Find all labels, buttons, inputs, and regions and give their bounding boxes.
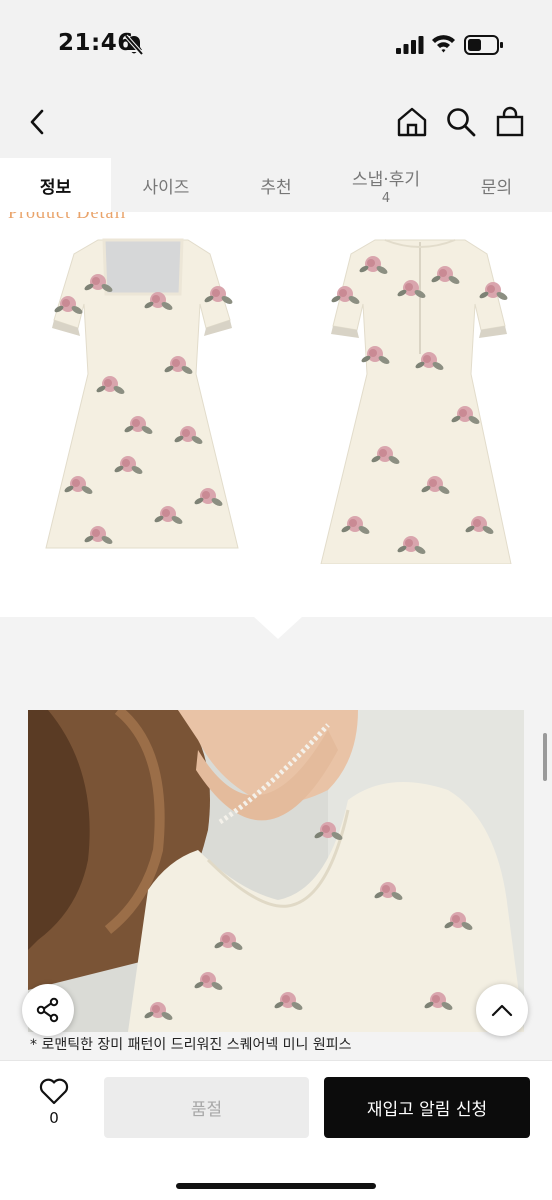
product-detail-content: Product Detail * 로맨틱한 장미 패턴이 드리워진 스퀘어넥 미…	[0, 212, 552, 1060]
battery-icon	[464, 35, 503, 55]
bottom-action-bar: 0 품절 재입고 알림 신청	[0, 1060, 552, 1200]
tab-bar: 정보 사이즈 추천 스냅·후기 4 문의	[0, 158, 552, 212]
status-bar: 21:46	[0, 0, 552, 90]
status-time: 21:46	[58, 30, 134, 56]
chevron-up-icon	[491, 1004, 513, 1017]
home-button[interactable]	[394, 104, 430, 140]
wifi-icon	[432, 35, 455, 53]
restock-alert-button[interactable]: 재입고 알림 신청	[324, 1077, 530, 1138]
dress-front-image	[45, 238, 239, 549]
tab-info-label: 정보	[39, 177, 72, 198]
tab-size[interactable]: 사이즈	[111, 158, 221, 212]
signal-icon	[396, 36, 424, 54]
section-pointer	[254, 617, 302, 639]
like-count: 0	[49, 1109, 59, 1127]
tab-recommend-label: 추천	[260, 177, 292, 198]
tab-inquiry[interactable]: 문의	[441, 158, 552, 212]
nav-bar	[0, 90, 552, 158]
dress-back-image	[320, 239, 512, 564]
heart-icon	[39, 1078, 69, 1105]
tab-reviews[interactable]: 스냅·후기 4	[331, 158, 441, 212]
tab-reviews-count: 4	[381, 190, 391, 206]
scroll-top-button[interactable]	[476, 984, 528, 1036]
tab-reviews-label: 스냅·후기	[352, 169, 420, 190]
search-button[interactable]	[443, 104, 479, 140]
home-indicator	[176, 1183, 376, 1189]
back-button[interactable]	[20, 104, 56, 140]
image-caption: * 로맨틱한 장미 패턴이 드리워진 스퀘어넥 미니 원피스	[30, 1037, 352, 1053]
cart-button[interactable]	[492, 104, 528, 140]
tab-info[interactable]: 정보	[0, 158, 111, 212]
soldout-button[interactable]: 품절	[104, 1077, 309, 1138]
tab-inquiry-label: 문의	[480, 177, 513, 198]
scrollbar-thumb[interactable]	[543, 733, 547, 781]
model-closeup-image	[28, 710, 524, 1032]
like-button[interactable]: 0	[30, 1077, 78, 1137]
search-icon	[447, 108, 476, 137]
bell-slash-icon	[124, 34, 144, 56]
home-icon	[397, 107, 427, 137]
tab-size-label: 사이즈	[142, 177, 190, 198]
product-detail-heading: Product Detail	[8, 212, 127, 222]
share-icon	[36, 997, 59, 1023]
shopping-bag-icon	[496, 106, 524, 137]
share-button[interactable]	[22, 984, 74, 1036]
tab-recommend[interactable]: 추천	[221, 158, 331, 212]
back-chevron-icon	[30, 109, 44, 135]
